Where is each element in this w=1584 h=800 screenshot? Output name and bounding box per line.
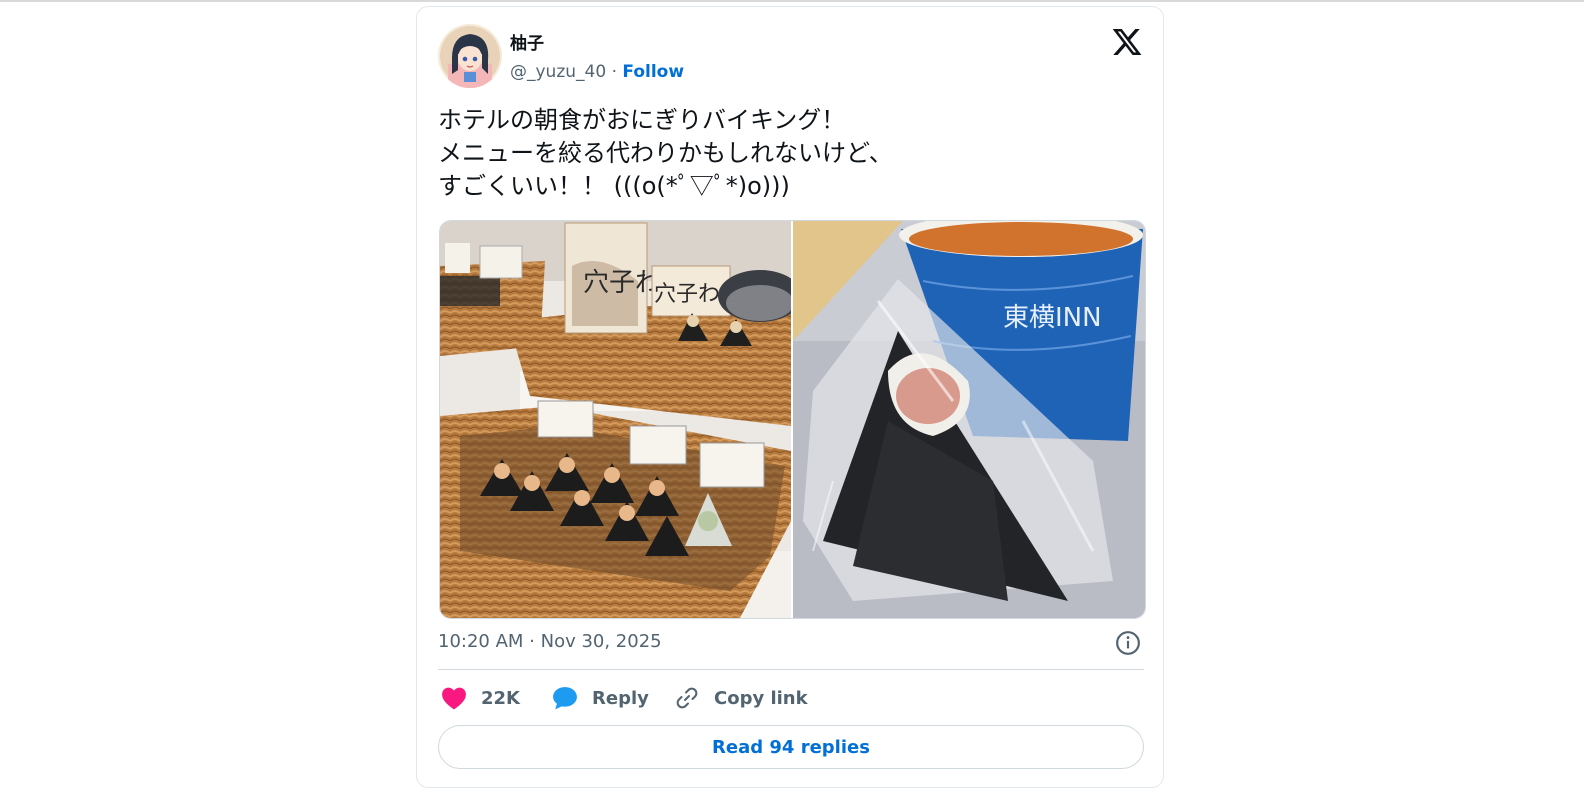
handle-separator: · (611, 62, 617, 82)
media-divider (791, 221, 793, 618)
onigiri-with-cup-image: 東横INN (793, 221, 1145, 618)
divider (438, 669, 1144, 670)
reply-bubble-icon (553, 687, 577, 710)
link-icon (676, 687, 698, 709)
tweet-text-line: ホテルの朝食がおにぎりバイキング！ (438, 106, 846, 134)
info-icon[interactable] (1115, 630, 1141, 656)
author-handle-row: @_yuzu_40 · Follow (510, 62, 684, 82)
tweet-text-line: メニューを絞る代わりかもしれないけど、 (438, 139, 893, 167)
heart-icon (442, 687, 466, 710)
follow-link[interactable]: Follow (622, 62, 684, 82)
author-avatar[interactable] (438, 24, 502, 88)
author-display-name[interactable]: 柚子 (510, 29, 544, 54)
anime-girl-avatar-icon (438, 24, 502, 88)
author-handle[interactable]: @_yuzu_40 (510, 62, 606, 82)
like-count: 22K (481, 687, 520, 709)
tweet-timestamp[interactable]: 10:20 AM · Nov 30, 2025 (438, 631, 662, 652)
svg-text:穴子わ: 穴子わ (654, 282, 720, 307)
photo-onigiri-with-cup[interactable]: 東横INN (793, 221, 1145, 618)
reply-button[interactable]: Reply (552, 683, 649, 713)
photo-onigiri-buffet[interactable]: 穴子わ 穴子わ (440, 221, 791, 618)
tweet-text: ホテルの朝食がおにぎりバイキング！ メニューを絞る代わりかもしれないけど、 すご… (438, 104, 1138, 203)
copy-link-button[interactable]: Copy link (674, 683, 808, 713)
copy-link-label: Copy link (714, 687, 808, 709)
read-replies-button[interactable]: Read 94 replies (438, 725, 1144, 769)
top-border (0, 0, 1584, 2)
x-logo-icon[interactable] (1111, 26, 1143, 58)
embedded-tweet-card: 柚子 @_yuzu_40 · Follow ホテルの朝食がおにぎりバイキング！ … (416, 6, 1164, 788)
cup-logo-text: 東横INN (1003, 303, 1102, 333)
card-text: 穴子わ (583, 268, 661, 298)
onigiri-buffet-image: 穴子わ 穴子わ (440, 221, 791, 618)
tweet-text-line: すごくいい！！ (((o(*ﾟ▽ﾟ*)o))) (438, 172, 790, 200)
reply-label: Reply (592, 687, 649, 709)
tweet-media-grid[interactable]: 穴子わ 穴子わ 東横INN (439, 220, 1146, 619)
like-button[interactable]: 22K (441, 683, 520, 713)
